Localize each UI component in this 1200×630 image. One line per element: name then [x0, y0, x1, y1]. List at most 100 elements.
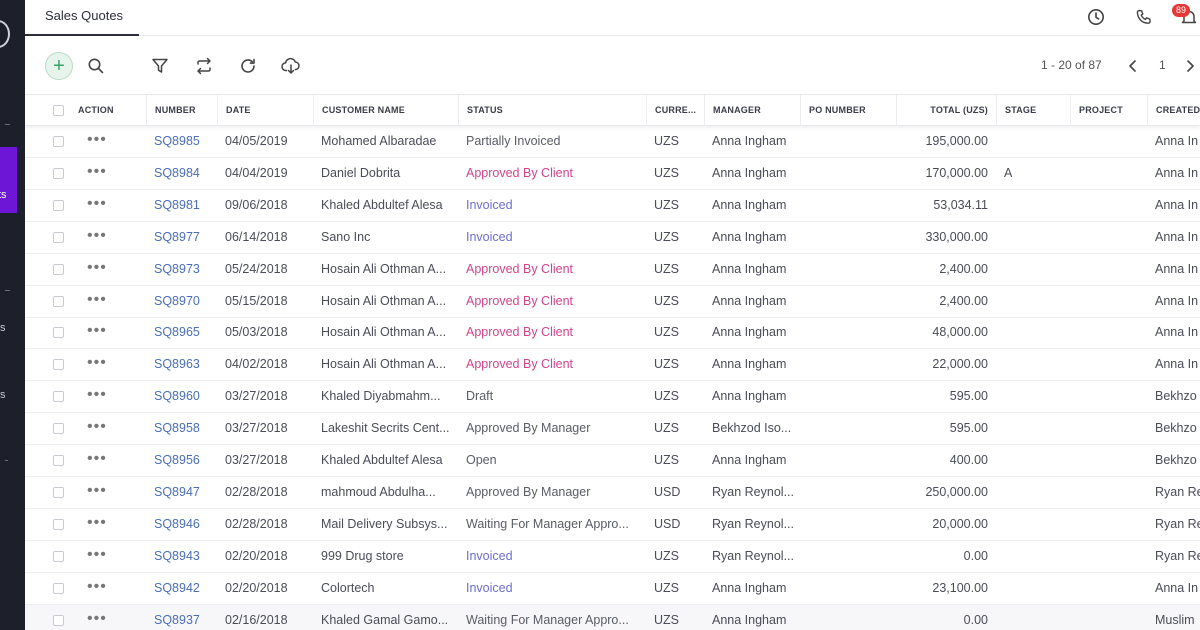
po-number [800, 477, 896, 508]
quote-number-link[interactable]: SQ8970 [146, 286, 217, 317]
quote-number-link[interactable]: SQ8977 [146, 222, 217, 253]
column-header-status[interactable]: STATUS [458, 95, 646, 126]
more-icon[interactable]: ••• [87, 222, 107, 253]
row-checkbox[interactable] [53, 455, 64, 466]
swap-icon[interactable] [190, 52, 218, 80]
column-header-currency[interactable]: CURRE... [646, 95, 704, 126]
quote-number-link[interactable]: SQ8942 [146, 573, 217, 604]
column-header-date[interactable]: DATE [217, 95, 313, 126]
add-button[interactable]: + [45, 52, 73, 80]
more-icon[interactable]: ••• [87, 541, 107, 572]
row-checkbox[interactable] [53, 359, 64, 371]
column-header-created[interactable]: CREATED [1147, 95, 1200, 126]
row-checkbox[interactable] [53, 582, 64, 594]
table-row[interactable]: ••• SQ8977 06/14/2018 Sano Inc Invoiced UZS An… [25, 222, 1200, 254]
pager-page[interactable]: 1 [1159, 58, 1166, 72]
row-checkbox[interactable] [53, 295, 64, 307]
table-row[interactable]: ••• SQ8970 05/15/2018 Hosain Ali Othman A..… [25, 286, 1200, 318]
column-header-manager[interactable]: MANAGER [704, 95, 800, 126]
more-icon[interactable]: ••• [87, 126, 107, 157]
refresh-icon[interactable] [234, 52, 262, 80]
more-icon[interactable]: ••• [87, 349, 107, 380]
column-header-action[interactable]: ACTION [70, 95, 146, 126]
sidebar-item-active[interactable]: ts [0, 147, 17, 213]
row-checkbox[interactable] [53, 167, 64, 179]
phone-icon[interactable] [1133, 6, 1155, 28]
more-icon[interactable]: ••• [87, 573, 107, 604]
column-header-stage[interactable]: STAGE [996, 95, 1070, 126]
chevron-left-icon[interactable] [1119, 52, 1147, 80]
more-icon[interactable]: ••• [87, 158, 107, 189]
column-header-po-number[interactable]: PO NUMBER [800, 95, 896, 126]
more-icon[interactable]: ••• [87, 381, 107, 412]
quote-number-link[interactable]: SQ8963 [146, 349, 217, 380]
column-header-number[interactable]: NUMBER [146, 95, 217, 126]
table-row[interactable]: ••• SQ8965 05/03/2018 Hosain Ali Othman A..… [25, 317, 1200, 350]
table-row[interactable]: ••• SQ8963 04/02/2018 Hosain Ali Othman A..… [25, 349, 1200, 382]
more-icon[interactable]: ••• [87, 254, 107, 285]
select-all-checkbox[interactable] [53, 105, 64, 116]
quote-number-link[interactable]: SQ8937 [146, 605, 217, 630]
table-row[interactable]: ••• SQ8956 03/27/2018 Khaled Abdultef Alesa… [25, 445, 1200, 477]
more-icon[interactable]: ••• [87, 477, 107, 508]
quote-number-link[interactable]: SQ8946 [146, 509, 217, 540]
column-header-total[interactable]: TOTAL (UZS) [896, 95, 996, 126]
row-checkbox[interactable] [53, 550, 64, 562]
row-checkbox[interactable] [53, 231, 64, 243]
quote-number-link[interactable]: SQ8985 [146, 126, 217, 157]
quote-number-link[interactable]: SQ8956 [146, 445, 217, 476]
sidebar-item-label[interactable]: s [0, 322, 6, 334]
table-row[interactable]: ••• SQ8947 02/28/2018 mahmoud Abdulha... App… [25, 477, 1200, 509]
tab-sales-quotes[interactable]: Sales Quotes [25, 0, 139, 36]
row-checkbox[interactable] [53, 423, 64, 435]
created-by: Bekhzo [1155, 453, 1197, 467]
row-checkbox[interactable] [53, 136, 64, 147]
created-by: Ryan Re [1155, 548, 1200, 563]
quote-number-link[interactable]: SQ8984 [146, 158, 217, 189]
more-icon[interactable]: ••• [87, 605, 107, 630]
quote-number-link[interactable]: SQ8947 [146, 477, 217, 508]
filter-icon[interactable] [146, 52, 174, 80]
more-icon[interactable]: ••• [87, 286, 107, 317]
quote-number-link[interactable]: SQ8960 [146, 381, 217, 412]
quote-number-link[interactable]: SQ8958 [146, 413, 217, 444]
more-icon[interactable]: ••• [87, 445, 107, 476]
column-header-customer[interactable]: CUSTOMER NAME [313, 95, 458, 126]
more-icon[interactable]: ••• [87, 413, 107, 444]
table-row[interactable]: ••• SQ8946 02/28/2018 Mail Delivery Subsys.… [25, 509, 1200, 541]
chevron-right-icon[interactable] [1180, 52, 1200, 80]
more-icon[interactable]: ••• [87, 509, 107, 540]
quote-number-link[interactable]: SQ8973 [146, 254, 217, 285]
table-row[interactable]: ••• SQ8943 02/20/2018 999 Drug store Invoice… [25, 541, 1200, 573]
quote-number-link[interactable]: SQ8981 [146, 190, 217, 221]
row-checkbox[interactable] [53, 614, 64, 626]
table-row[interactable]: ••• SQ8985 04/05/2019 Mohamed Albaradae Part… [25, 126, 1200, 158]
row-checkbox[interactable] [53, 263, 64, 275]
row-checkbox[interactable] [53, 327, 64, 339]
column-header-project[interactable]: PROJECT [1070, 95, 1147, 126]
search-icon[interactable] [82, 52, 110, 80]
row-checkbox[interactable] [53, 518, 64, 530]
quote-number-link[interactable]: SQ8943 [146, 541, 217, 572]
table-row[interactable]: ••• SQ8937 02/16/2018 Khaled Gamal Gamo... W… [25, 604, 1200, 630]
sidebar-item-label: ts [0, 189, 7, 201]
row-checkbox[interactable] [53, 199, 64, 211]
table-row[interactable]: ••• SQ8942 02/20/2018 Colortech Invoiced UZS A… [25, 573, 1200, 605]
table-row[interactable]: ••• SQ8958 03/27/2018 Lakeshit Secrits Cent… [25, 413, 1200, 446]
row-checkbox[interactable] [53, 391, 64, 403]
po-number [800, 413, 896, 444]
table-row[interactable]: ••• SQ8981 09/06/2018 Khaled Abdultef Alesa… [25, 190, 1200, 222]
sidebar-item-label[interactable]: s [0, 389, 6, 401]
table-row[interactable]: ••• SQ8960 03/27/2018 Khaled Diyabmahm... Dr… [25, 381, 1200, 414]
row-checkbox[interactable] [53, 486, 64, 498]
total-amount: 48,000.00 [932, 325, 988, 340]
clock-icon[interactable] [1085, 6, 1107, 28]
avatar[interactable] [0, 20, 10, 48]
table-row[interactable]: ••• SQ8973 05/24/2018 Hosain Ali Othman A..… [25, 254, 1200, 286]
download-icon[interactable] [277, 52, 305, 80]
table-row[interactable]: ••• SQ8984 04/04/2019 Daniel Dobrita Approve… [25, 158, 1200, 190]
more-icon[interactable]: ••• [87, 190, 107, 221]
customer-name: Daniel Dobrita [321, 165, 401, 180]
more-icon[interactable]: ••• [87, 317, 107, 348]
quote-number-link[interactable]: SQ8965 [146, 317, 217, 348]
